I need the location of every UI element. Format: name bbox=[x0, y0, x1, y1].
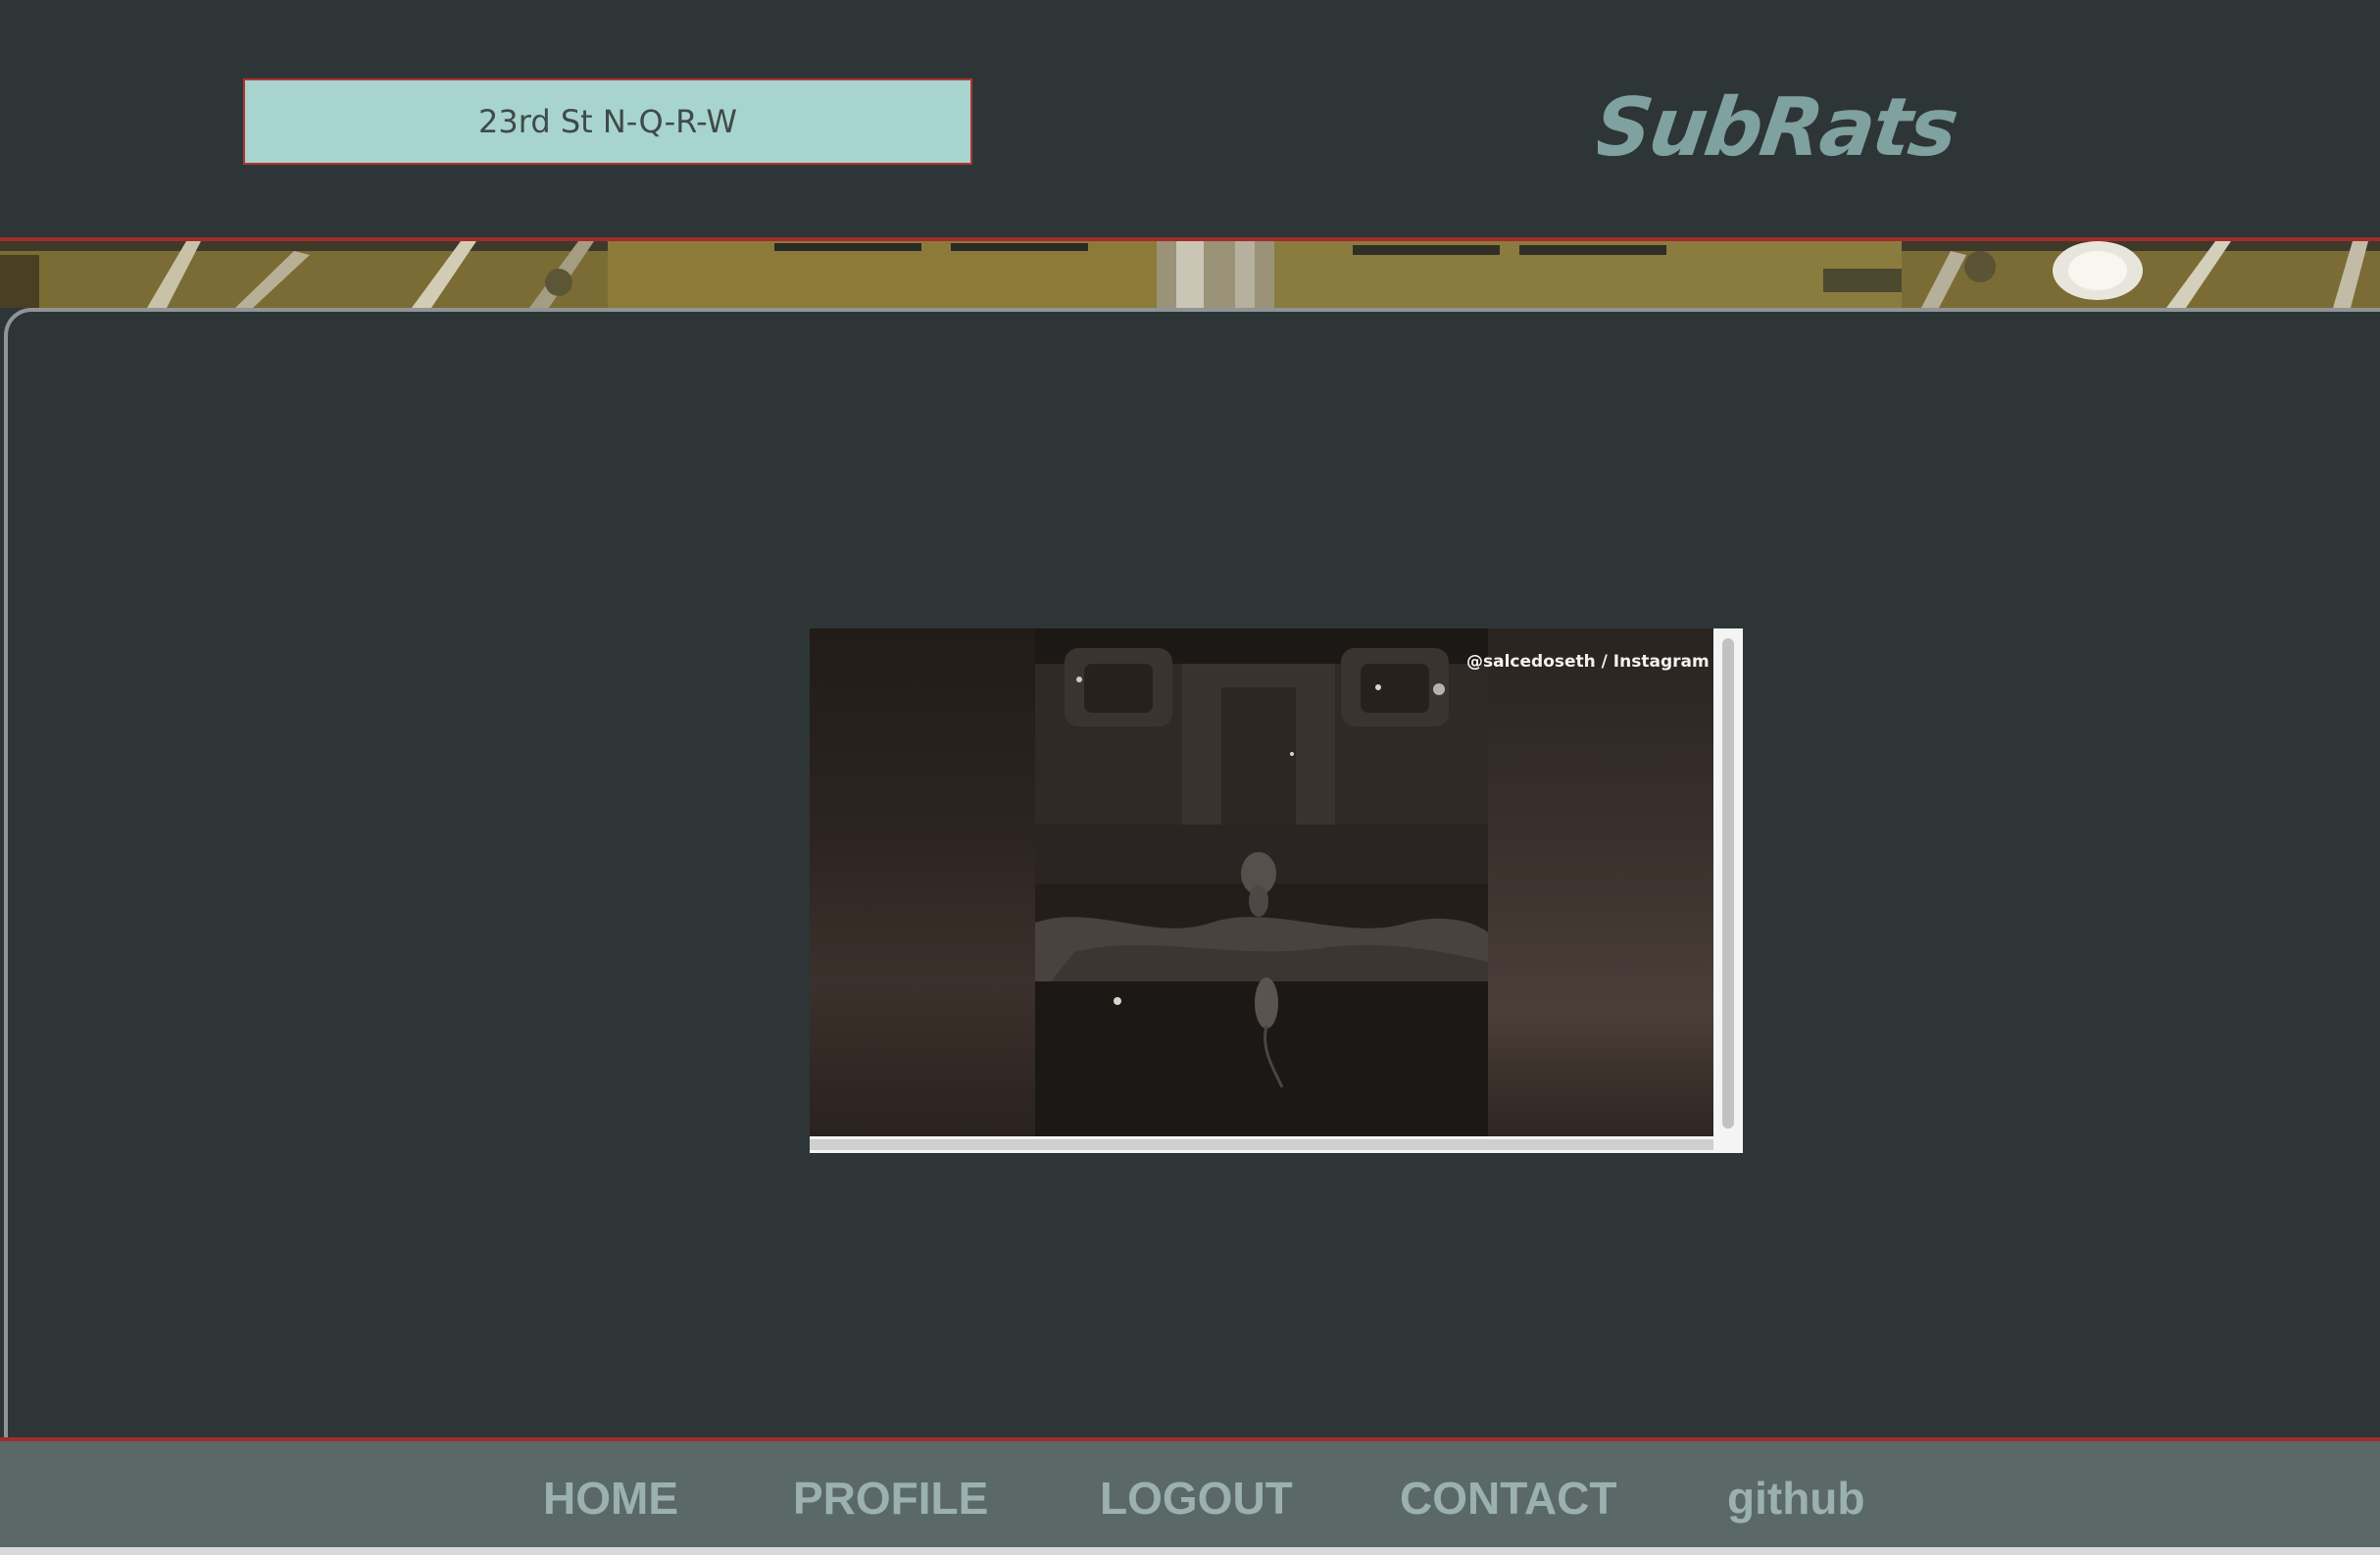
brand-logo[interactable]: SubRats bbox=[1598, 61, 1990, 178]
footer-nav: HOME PROFILE LOGOUT CONTACT github bbox=[0, 1437, 2380, 1555]
nav-home-link[interactable]: HOME bbox=[543, 1471, 678, 1526]
horizontal-scrollbar[interactable] bbox=[810, 1136, 1713, 1153]
header: 23rd St N-Q-R-W SubRats bbox=[0, 0, 2380, 239]
video-frame[interactable]: @salcedoseth / Instagram bbox=[810, 628, 1713, 1136]
nav-contact-link[interactable]: CONTACT bbox=[1400, 1471, 1616, 1526]
nav-logout-link[interactable]: LOGOUT bbox=[1100, 1471, 1293, 1526]
footer-edge bbox=[0, 1547, 2380, 1555]
horizontal-scrollbar-thumb[interactable] bbox=[810, 1139, 1713, 1150]
subway-banner-image bbox=[0, 237, 2380, 308]
video-still bbox=[1035, 628, 1488, 1136]
vertical-scrollbar[interactable] bbox=[1713, 628, 1743, 1153]
video-blur-left bbox=[810, 628, 1035, 1136]
brand-logo-text: SubRats bbox=[1598, 81, 1962, 175]
page: 23rd St N-Q-R-W SubRats @salcedoseth / I… bbox=[0, 0, 2380, 1555]
station-select-value: 23rd St N-Q-R-W bbox=[478, 103, 737, 140]
video-embed[interactable]: @salcedoseth / Instagram bbox=[810, 628, 1743, 1153]
video-credit: @salcedoseth / Instagram bbox=[1466, 652, 1710, 672]
video-blur-right bbox=[1488, 628, 1713, 1136]
vertical-scrollbar-thumb[interactable] bbox=[1722, 638, 1734, 1129]
nav-profile-link[interactable]: PROFILE bbox=[793, 1471, 988, 1526]
nav-github-link[interactable]: github bbox=[1727, 1471, 1865, 1526]
station-select[interactable]: 23rd St N-Q-R-W bbox=[243, 78, 972, 165]
